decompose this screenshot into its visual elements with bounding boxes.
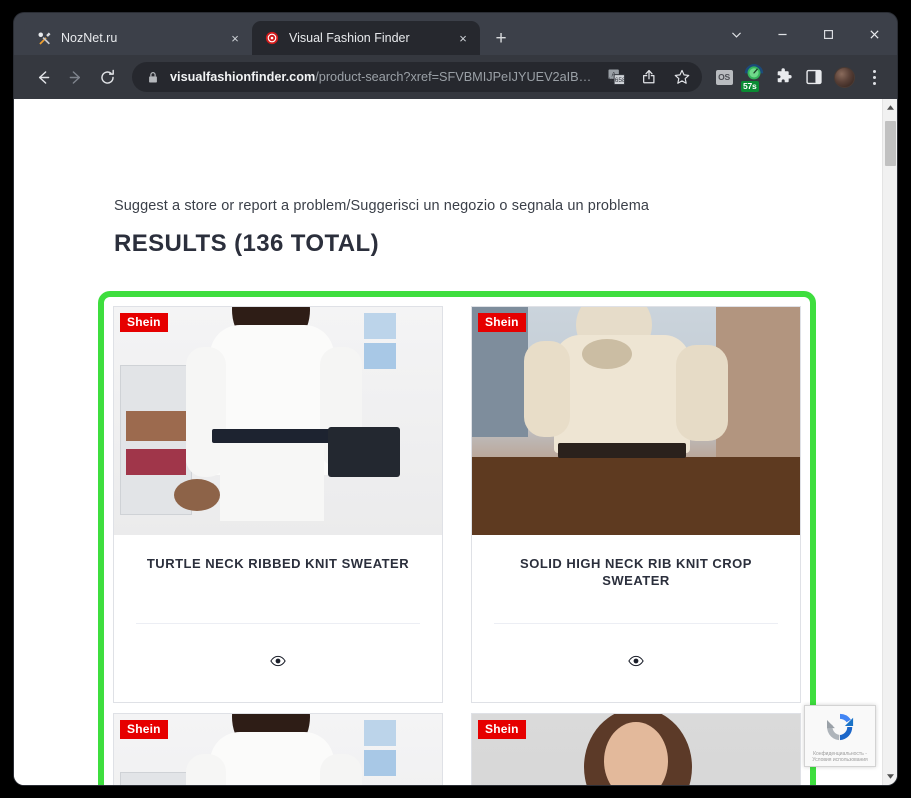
scrollbar-thumb[interactable]	[885, 121, 896, 166]
recaptcha-icon	[824, 711, 856, 748]
product-photo	[472, 307, 800, 535]
product-card[interactable]: Shein	[471, 713, 801, 785]
product-card-body: TURTLE NECK RIBBED KNIT SWEATER	[114, 535, 442, 702]
address-bar[interactable]: visualfashionfinder.com/product-search?x…	[132, 62, 702, 92]
store-badge: Shein	[478, 720, 526, 739]
product-title: SOLID HIGH NECK RIB KNIT CROP SWEATER	[520, 556, 752, 588]
avatar[interactable]	[830, 63, 858, 91]
tab-close-button[interactable]: ×	[226, 29, 244, 47]
tab-strip: NozNet.ru × Visual Fashion Finder × +	[14, 13, 897, 55]
new-tab-button[interactable]: +	[487, 24, 515, 52]
product-image[interactable]: Shein	[472, 307, 800, 535]
browser-toolbar: visualfashionfinder.com/product-search?x…	[14, 55, 897, 99]
extension-os-label: OS	[715, 69, 733, 85]
tab-search-chevron-down-icon[interactable]	[713, 13, 759, 55]
url-text: visualfashionfinder.com/product-search?x…	[170, 70, 595, 84]
three-dot-menu-icon[interactable]	[860, 63, 888, 91]
side-panel-icon[interactable]	[800, 63, 828, 91]
recaptcha-text: Конфиденциальность - Условия использован…	[812, 751, 868, 763]
product-card[interactable]: Shein	[113, 713, 443, 785]
speed-badge-label: 57s	[741, 81, 759, 92]
scroll-down-arrow-icon[interactable]	[883, 768, 897, 785]
results-highlight-container: Shein TURTLE NECK RIBBED KNIT SWEATER Sh…	[98, 291, 816, 785]
store-badge: Shein	[120, 313, 168, 332]
back-button[interactable]	[28, 62, 58, 92]
tools-icon	[36, 30, 52, 46]
star-icon[interactable]	[670, 65, 694, 89]
page-viewport: Suggest a store or report a problem/Sugg…	[14, 99, 897, 785]
web-page: Suggest a store or report a problem/Sugg…	[14, 99, 882, 785]
forward-button[interactable]	[60, 62, 90, 92]
store-badge: Shein	[120, 720, 168, 739]
product-image[interactable]: Shein	[472, 714, 800, 785]
product-photo	[114, 307, 442, 535]
tab-close-button[interactable]: ×	[454, 29, 472, 47]
puzzle-icon[interactable]	[770, 63, 798, 91]
svg-text:\u6587: \u6587	[609, 77, 625, 84]
product-card[interactable]: Shein TURTLE NECK RIBBED KNIT SWEATER	[113, 306, 443, 703]
store-badge: Shein	[478, 313, 526, 332]
product-card-actions	[494, 624, 778, 702]
tab-title: Visual Fashion Finder	[289, 31, 410, 45]
reload-button[interactable]	[92, 62, 122, 92]
page-title: RESULTS (136 TOTAL)	[114, 230, 379, 257]
translate-icon[interactable]: A \u6587	[604, 65, 628, 89]
lock-icon	[145, 65, 161, 89]
target-icon	[264, 30, 280, 46]
minimize-button[interactable]	[759, 13, 805, 55]
product-card-actions	[136, 624, 420, 702]
url-domain: visualfashionfinder.com	[170, 70, 316, 84]
product-image[interactable]: Shein	[114, 714, 442, 785]
page-scrollbar[interactable]	[882, 99, 897, 785]
recaptcha-badge[interactable]: Конфиденциальность - Условия использован…	[804, 705, 876, 767]
extension-os-icon[interactable]: OS	[710, 63, 738, 91]
tab-noznet[interactable]: NozNet.ru ×	[24, 21, 252, 55]
eye-icon[interactable]	[270, 654, 286, 672]
extension-speed-icon[interactable]: 57s	[740, 63, 768, 92]
tab-visual-fashion-finder[interactable]: Visual Fashion Finder ×	[252, 21, 480, 55]
product-title: TURTLE NECK RIBBED KNIT SWEATER	[146, 556, 410, 571]
browser-window: NozNet.ru × Visual Fashion Finder × + vi…	[14, 13, 897, 785]
window-controls	[713, 13, 897, 55]
scroll-up-arrow-icon[interactable]	[883, 99, 897, 116]
product-card-body: SOLID HIGH NECK RIB KNIT CROP SWEATER	[472, 535, 800, 702]
results-grid: Shein TURTLE NECK RIBBED KNIT SWEATER Sh…	[104, 297, 810, 785]
tab-title: NozNet.ru	[61, 31, 118, 45]
url-path: /product-search?xref=SFVBMIJPeIJYUEV2aIB…	[315, 70, 592, 84]
product-image[interactable]: Shein	[114, 307, 442, 535]
suggest-store-link[interactable]: Suggest a store or report a problem/Sugg…	[114, 198, 649, 214]
share-icon[interactable]	[637, 65, 661, 89]
maximize-button[interactable]	[805, 13, 851, 55]
close-window-button[interactable]	[851, 13, 897, 55]
eye-icon[interactable]	[628, 654, 644, 672]
product-card[interactable]: Shein SOLID HIGH NECK RIB KNIT CROP SWEA…	[471, 306, 801, 703]
